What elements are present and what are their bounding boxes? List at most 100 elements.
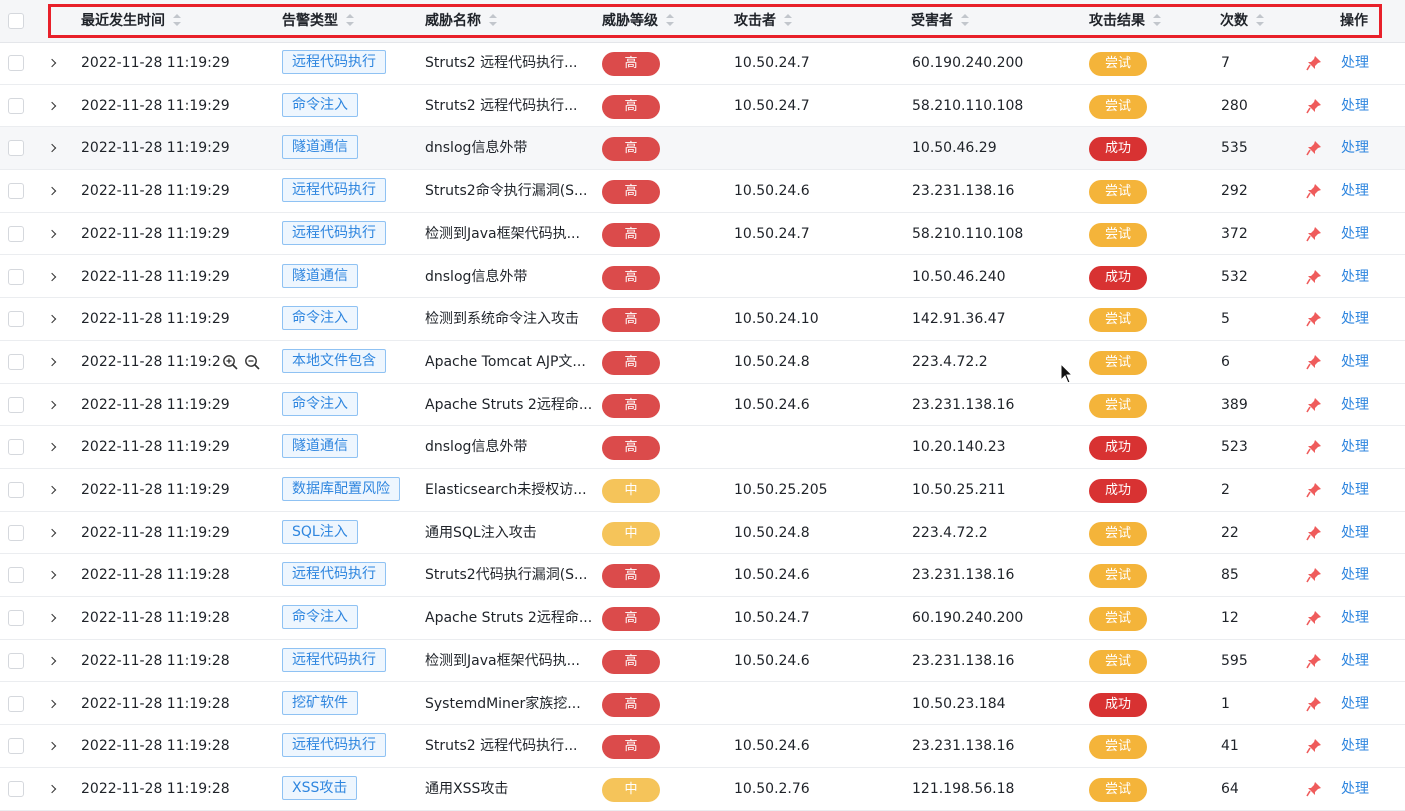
table-row[interactable]: 2022-11-28 11:19:28 远程代码执行 检测到Java框架代码执...…	[0, 640, 1405, 683]
row-checkbox[interactable]	[8, 183, 24, 200]
pin-icon[interactable]	[1306, 397, 1322, 413]
handle-link[interactable]: 处理	[1341, 384, 1369, 426]
expand-chevron-icon[interactable]	[48, 142, 58, 154]
expand-chevron-icon[interactable]	[48, 569, 58, 581]
expand-chevron-icon[interactable]	[48, 740, 58, 752]
table-row[interactable]: 2022-11-28 11:19:28 挖矿软件 SystemdMiner家族挖..…	[0, 683, 1405, 726]
handle-link[interactable]: 处理	[1341, 469, 1369, 511]
table-row[interactable]: 2022-11-28 11:19:29 命令注入 Apache Struts 2远程…	[0, 384, 1405, 427]
pin-icon[interactable]	[1306, 439, 1322, 455]
threat-name-cell[interactable]: Apache Struts 2远程命...	[425, 597, 592, 639]
row-checkbox[interactable]	[8, 225, 24, 242]
sort-icon[interactable]	[346, 14, 354, 26]
threat-name-cell[interactable]: 检测到系统命令注入攻击	[425, 298, 579, 340]
pin-icon[interactable]	[1306, 567, 1322, 583]
threat-name-cell[interactable]: Struts2 远程代码执行...	[425, 42, 578, 84]
row-checkbox[interactable]	[8, 97, 24, 114]
table-row[interactable]: 2022-11-28 11:19:29 SQL注入 通用SQL注入攻击 中 10.50.…	[0, 512, 1405, 555]
row-checkbox[interactable]	[8, 695, 24, 712]
pin-icon[interactable]	[1306, 183, 1322, 199]
row-checkbox[interactable]	[8, 610, 24, 627]
table-row[interactable]: 2022-11-28 11:19:29 命令注入 Struts2 远程代码执行...…	[0, 85, 1405, 128]
column-header-attacker[interactable]: 攻击者	[734, 0, 792, 42]
table-row[interactable]: 2022-11-28 11:19:28 命令注入 Apache Struts 2远程…	[0, 597, 1405, 640]
expand-chevron-icon[interactable]	[48, 783, 58, 795]
row-checkbox[interactable]	[8, 439, 24, 456]
pin-icon[interactable]	[1306, 140, 1322, 156]
expand-chevron-icon[interactable]	[48, 484, 58, 496]
threat-name-cell[interactable]: Apache Tomcat AJP文...	[425, 341, 586, 383]
threat-name-cell[interactable]: Apache Struts 2远程命...	[425, 384, 592, 426]
threat-name-cell[interactable]: 通用XSS攻击	[425, 768, 508, 810]
row-checkbox[interactable]	[8, 353, 24, 370]
expand-chevron-icon[interactable]	[48, 527, 58, 539]
threat-name-cell[interactable]: 检测到Java框架代码执...	[425, 213, 580, 255]
threat-name-cell[interactable]: dnslog信息外带	[425, 426, 527, 468]
expand-chevron-icon[interactable]	[48, 655, 58, 667]
expand-chevron-icon[interactable]	[48, 441, 58, 453]
pin-icon[interactable]	[1306, 55, 1322, 71]
row-checkbox[interactable]	[8, 567, 24, 584]
row-checkbox[interactable]	[8, 55, 24, 71]
sort-icon[interactable]	[489, 14, 497, 26]
table-row[interactable]: 2022-11-28 11:19:29 命令注入 检测到系统命令注入攻击高 10.50…	[0, 298, 1405, 341]
pin-icon[interactable]	[1306, 354, 1322, 370]
pin-icon[interactable]	[1306, 610, 1322, 626]
expand-chevron-icon[interactable]	[48, 356, 58, 368]
expand-chevron-icon[interactable]	[48, 185, 58, 197]
table-row[interactable]: 2022-11-28 11:19:28 XSS攻击 通用XSS攻击 中 10.50.2.…	[0, 768, 1405, 811]
expand-chevron-icon[interactable]	[48, 228, 58, 240]
row-checkbox[interactable]	[8, 140, 24, 157]
sort-icon[interactable]	[784, 14, 792, 26]
table-row[interactable]: 2022-11-28 11:19:29 远程代码执行 Struts2命令执行漏洞(S…	[0, 170, 1405, 213]
sort-icon[interactable]	[666, 14, 674, 26]
handle-link[interactable]: 处理	[1341, 683, 1369, 725]
threat-name-cell[interactable]: 检测到Java框架代码执...	[425, 640, 580, 682]
handle-link[interactable]: 处理	[1341, 85, 1369, 127]
sort-icon[interactable]	[1153, 14, 1161, 26]
column-header-result[interactable]: 攻击结果	[1089, 0, 1161, 42]
handle-link[interactable]: 处理	[1341, 725, 1369, 767]
pin-icon[interactable]	[1306, 653, 1322, 669]
row-checkbox[interactable]	[8, 524, 24, 541]
sort-icon[interactable]	[1256, 14, 1264, 26]
table-row[interactable]: 2022-11-28 11:19:29 隧道通信 dnslog信息外带 高 10.50.…	[0, 127, 1405, 171]
handle-link[interactable]: 处理	[1341, 426, 1369, 468]
handle-link[interactable]: 处理	[1341, 298, 1369, 340]
table-row[interactable]: 2022-11-28 11:19:2 本地文件包含 Apache Tomcat AJ…	[0, 341, 1405, 384]
row-checkbox[interactable]	[8, 482, 24, 498]
expand-chevron-icon[interactable]	[48, 57, 58, 69]
table-row[interactable]: 2022-11-28 11:19:29 远程代码执行 Struts2 远程代码执行.…	[0, 42, 1405, 85]
expand-chevron-icon[interactable]	[48, 271, 58, 283]
handle-link[interactable]: 处理	[1341, 256, 1369, 298]
table-row[interactable]: 2022-11-28 11:19:29 隧道通信 dnslog信息外带 高 10.20.…	[0, 426, 1405, 469]
table-row[interactable]: 2022-11-28 11:19:28 远程代码执行 Struts2 远程代码执行.…	[0, 725, 1405, 768]
handle-link[interactable]: 处理	[1341, 127, 1369, 169]
expand-chevron-icon[interactable]	[48, 399, 58, 411]
handle-link[interactable]: 处理	[1341, 512, 1369, 554]
row-checkbox[interactable]	[8, 652, 24, 669]
table-row[interactable]: 2022-11-28 11:19:28 远程代码执行 Struts2代码执行漏洞(S…	[0, 554, 1405, 598]
pin-icon[interactable]	[1306, 269, 1322, 285]
row-checkbox[interactable]	[8, 396, 24, 413]
column-header-level[interactable]: 威胁等级	[602, 0, 674, 42]
handle-link[interactable]: 处理	[1341, 768, 1369, 810]
zoom-out-icon[interactable]	[244, 354, 260, 370]
handle-link[interactable]: 处理	[1341, 597, 1369, 639]
column-header-type[interactable]: 告警类型	[282, 0, 354, 42]
pin-icon[interactable]	[1306, 98, 1322, 114]
sort-icon[interactable]	[173, 14, 181, 26]
table-row[interactable]: 2022-11-28 11:19:29 隧道通信 dnslog信息外带 高 10.50.…	[0, 256, 1405, 299]
handle-link[interactable]: 处理	[1341, 554, 1369, 596]
threat-name-cell[interactable]: dnslog信息外带	[425, 256, 527, 298]
threat-name-cell[interactable]: Elasticsearch未授权访...	[425, 469, 587, 511]
table-row[interactable]: 2022-11-28 11:19:29 远程代码执行 检测到Java框架代码执...…	[0, 213, 1405, 256]
expand-chevron-icon[interactable]	[48, 698, 58, 710]
table-row[interactable]: 2022-11-28 11:19:29 数据库配置风险 Elasticsearch未…	[0, 469, 1405, 512]
handle-link[interactable]: 处理	[1341, 213, 1369, 255]
column-header-name[interactable]: 威胁名称	[425, 0, 497, 42]
threat-name-cell[interactable]: SystemdMiner家族挖...	[425, 683, 581, 725]
pin-icon[interactable]	[1306, 696, 1322, 712]
row-checkbox[interactable]	[8, 738, 24, 755]
pin-icon[interactable]	[1306, 781, 1322, 797]
